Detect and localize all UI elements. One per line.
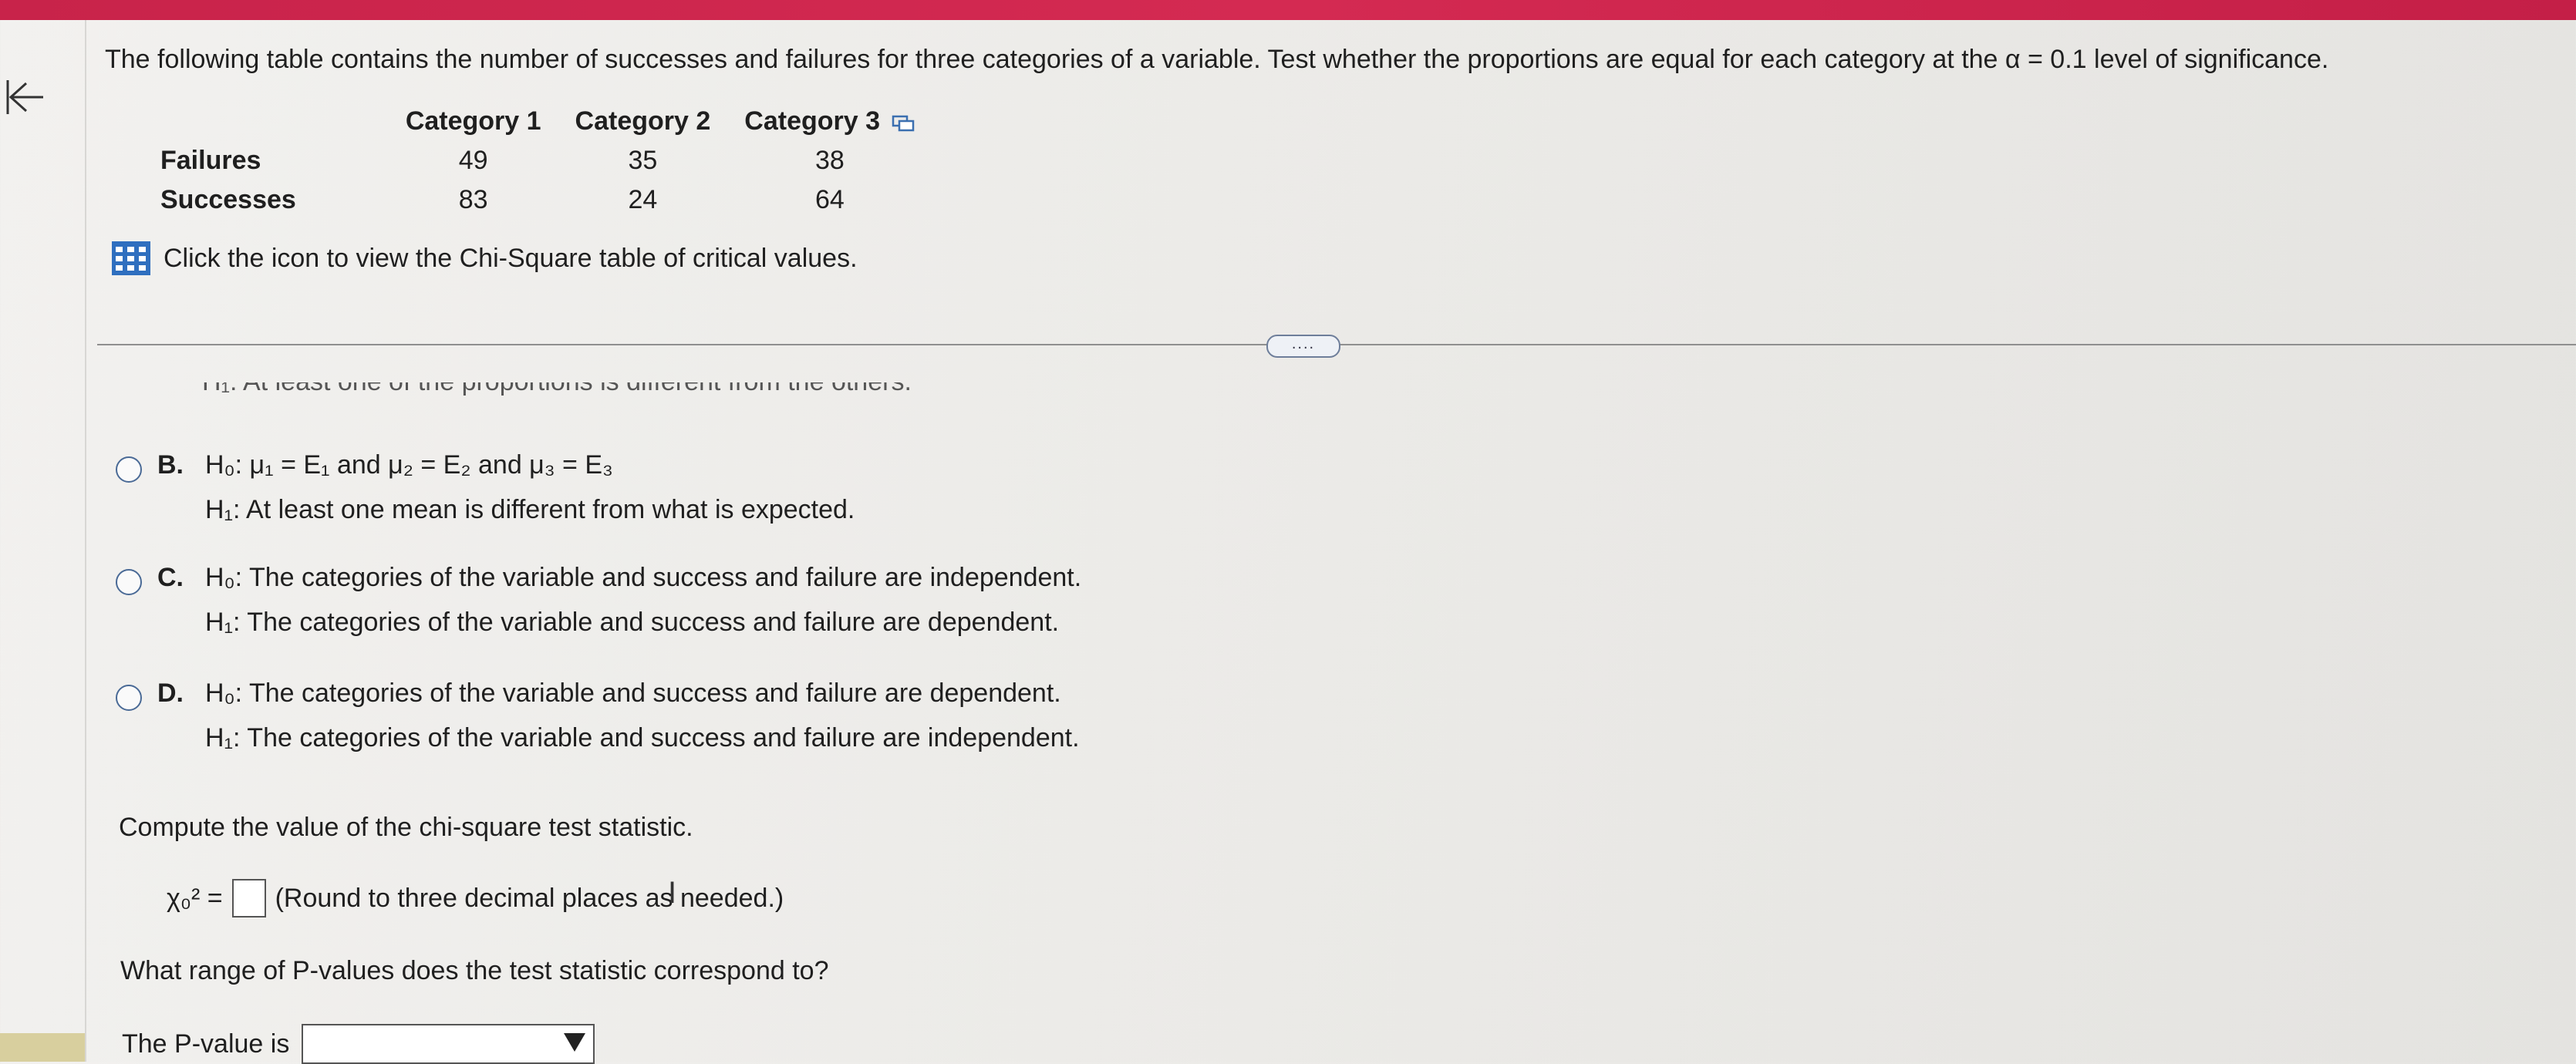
row-label-successes: Successes <box>160 185 296 214</box>
text-cursor-icon: I <box>668 876 677 910</box>
option-letter: B. <box>157 450 184 480</box>
dropdown-arrow-icon <box>564 1033 586 1052</box>
table-cell: 49 <box>458 146 488 175</box>
table-cell: 35 <box>628 146 658 175</box>
row-label-failures: Failures <box>160 146 261 175</box>
radio-option-b[interactable] <box>116 456 142 483</box>
table-cell: 83 <box>458 185 488 214</box>
radio-option-d[interactable] <box>116 685 142 711</box>
table-header-row: Category 1 Category 2 Category 3 <box>147 103 932 141</box>
copy-icon[interactable] <box>892 113 915 132</box>
table-row: Successes 83 24 64 <box>147 180 932 220</box>
question-text: The following table contains the number … <box>105 45 2329 74</box>
table-cell: 64 <box>814 185 845 214</box>
header-category-1: Category 1 <box>405 106 541 136</box>
top-banner <box>0 0 2576 20</box>
p-value-dropdown[interactable] <box>302 1024 595 1064</box>
corner-panel <box>0 1033 85 1062</box>
option-c[interactable]: C. H₀: The categories of the variable an… <box>116 563 1195 648</box>
option-d-h0: H₀: The categories of the variable and s… <box>205 678 1061 708</box>
table-cell: 38 <box>814 146 845 175</box>
chi-square-label: χ₀² = <box>167 883 223 913</box>
p-range-prompt: What range of P-values does the test sta… <box>120 956 829 985</box>
option-b[interactable]: B. H₀: μ₁ = E₁ and μ₂ = E₂ and μ₃ = E₃ H… <box>116 450 1195 535</box>
option-d-h1: H₁: The categories of the variable and s… <box>205 723 1080 753</box>
back-arrow-icon[interactable] <box>5 77 45 117</box>
chi-square-answer-input[interactable] <box>231 879 266 918</box>
clipped-option-text: H₁: At least one of the proportions is d… <box>202 382 973 401</box>
rounding-hint: (Round to three decimal places as needed… <box>275 883 784 913</box>
option-b-h1: H₁: At least one mean is different from … <box>205 495 855 524</box>
table-cell: 24 <box>628 185 658 214</box>
option-letter: D. <box>157 678 184 708</box>
option-c-h0: H₀: The categories of the variable and s… <box>205 563 1082 592</box>
chi-square-link-text: Click the icon to view the Chi-Square ta… <box>164 243 858 273</box>
left-gutter <box>0 20 86 1062</box>
table-row: Failures 49 35 38 <box>147 141 932 180</box>
compute-prompt: Compute the value of the chi-square test… <box>119 813 693 842</box>
header-category-3: Category 3 <box>727 103 932 141</box>
table-grid-icon[interactable] <box>111 241 151 276</box>
header-category-2: Category 2 <box>575 106 711 136</box>
header-empty <box>147 103 389 141</box>
option-d[interactable]: D. H₀: The categories of the variable an… <box>116 678 1195 763</box>
option-b-h0: H₀: μ₁ = E₁ and μ₂ = E₂ and μ₃ = E₃ <box>205 450 613 480</box>
expand-more-button[interactable]: .... <box>1266 335 1340 358</box>
chi-square-answer-row: χ₀² = (Round to three decimal places as … <box>167 879 784 918</box>
radio-option-c[interactable] <box>116 569 142 595</box>
p-value-label: The P-value is <box>122 1029 290 1059</box>
p-value-row: The P-value is <box>122 1024 595 1064</box>
chi-square-table-link[interactable]: Click the icon to view the Chi-Square ta… <box>111 241 858 276</box>
option-c-h1: H₁: The categories of the variable and s… <box>205 608 1060 637</box>
contingency-table: Category 1 Category 2 Category 3 Failure… <box>147 103 932 220</box>
option-letter: C. <box>157 563 184 592</box>
